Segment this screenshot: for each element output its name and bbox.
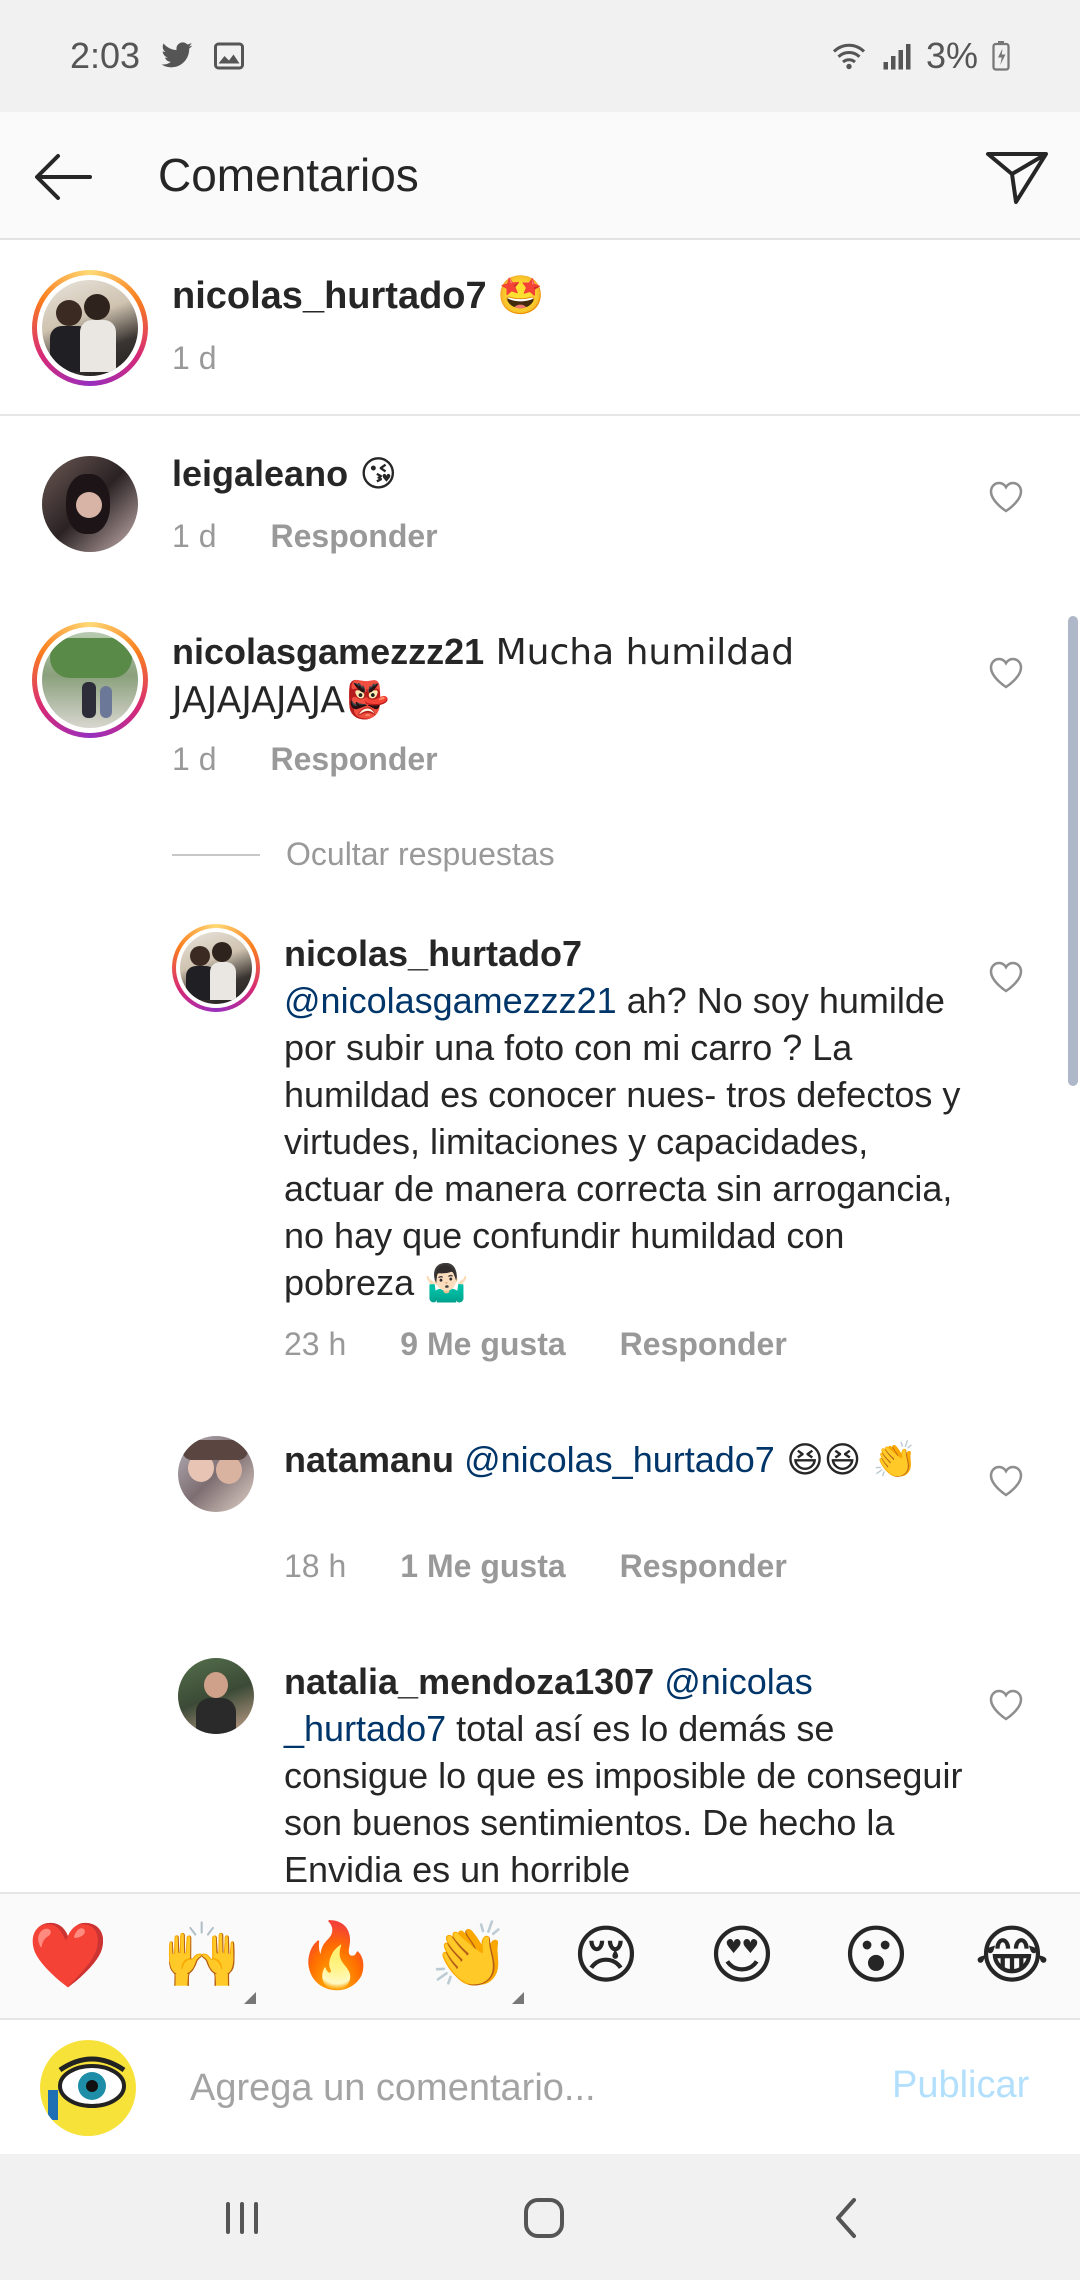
system-nav-bar: [0, 2154, 1080, 2280]
like-heart-icon[interactable]: [988, 1464, 1024, 1498]
post-caption: nicolas_hurtado7 🤩 1 d: [0, 240, 1080, 416]
skin-tone-indicator: [512, 1992, 524, 2004]
home-icon[interactable]: [514, 2190, 574, 2246]
twitter-icon: [161, 42, 193, 68]
caption-emoji: 🤩: [497, 273, 545, 317]
reply-mention[interactable]: @nicolas_hurtado7: [464, 1439, 775, 1480]
emoji-clap: 👏: [430, 1919, 510, 1993]
emoji-raised-hands: 🙌: [162, 1919, 242, 1993]
comment-input[interactable]: [190, 2058, 850, 2118]
avatar[interactable]: [32, 270, 148, 386]
reply-text: ah? No soy humilde por subir una foto co…: [284, 980, 961, 1303]
battery-charging-icon: [992, 41, 1010, 71]
comment-composer: Publicar: [0, 2020, 1080, 2154]
comment-username[interactable]: leigaleano: [172, 453, 348, 494]
likes-count[interactable]: 1 Me gusta: [400, 1548, 565, 1585]
comment-username[interactable]: nicolasgamezzz21: [172, 631, 484, 672]
caption-username[interactable]: nicolas_hurtado7: [172, 275, 487, 317]
publish-button[interactable]: Publicar: [892, 2064, 1029, 2107]
battery-percent: 3%: [925, 35, 978, 76]
likes-count[interactable]: 9 Me gusta: [400, 1326, 565, 1363]
recent-apps-icon[interactable]: [212, 2190, 272, 2246]
emoji-sad-button[interactable]: 😢: [566, 1916, 646, 1996]
status-bar: 2:03 3%: [0, 0, 1080, 112]
comments-header: Comentarios: [0, 112, 1080, 240]
page-title: Comentarios: [158, 149, 419, 201]
image-icon: [214, 42, 245, 70]
wifi-icon: [832, 43, 866, 70]
hide-replies-label: Ocultar respuestas: [286, 836, 555, 872]
reply-button[interactable]: Responder: [620, 1326, 787, 1363]
like-heart-icon[interactable]: [988, 960, 1024, 994]
reply-button[interactable]: Responder: [270, 518, 437, 555]
avatar[interactable]: [178, 1658, 254, 1734]
eye-logo-icon: [48, 2056, 126, 2120]
emoji-laughing-button[interactable]: 😂: [972, 1916, 1052, 1996]
back-nav-icon[interactable]: [816, 2190, 876, 2246]
reply-username[interactable]: natalia_mendoza1307: [284, 1661, 654, 1702]
comment-time: 1 d: [172, 741, 217, 777]
like-heart-icon[interactable]: [988, 1688, 1024, 1722]
like-heart-icon[interactable]: [988, 480, 1024, 514]
reply-item: natalia_mendoza1307 @nicolas _hurtado7 t…: [0, 1640, 1080, 1892]
avatar[interactable]: [32, 622, 148, 738]
emoji-heart-button[interactable]: ❤️: [28, 1916, 108, 1996]
scrollbar[interactable]: [1068, 616, 1078, 1086]
comment-text: 😘: [348, 454, 398, 495]
emoji-surprised-button[interactable]: 😮: [836, 1916, 916, 1996]
send-direct-icon[interactable]: [980, 140, 1052, 212]
avatar[interactable]: [178, 1436, 254, 1512]
emoji-quick-bar: ❤️ 🙌 🔥 👏 😢 😍 😮 😂: [0, 1892, 1080, 2020]
reply-button[interactable]: Responder: [270, 741, 437, 778]
back-arrow-icon[interactable]: [28, 142, 98, 212]
comment-time: 1 d: [172, 518, 217, 554]
skin-tone-indicator: [244, 1992, 256, 2004]
reply-text: 😆😆 👏: [774, 1440, 918, 1481]
avatar[interactable]: [172, 924, 260, 1012]
caption-time: 1 d: [172, 340, 217, 376]
avatar[interactable]: [42, 456, 138, 552]
reply-time: 23 h: [284, 1326, 347, 1362]
reply-time: 18 h: [284, 1548, 347, 1584]
reply-username[interactable]: nicolas_hurtado7: [284, 930, 974, 977]
avatar[interactable]: [40, 2040, 136, 2136]
like-heart-icon[interactable]: [988, 656, 1024, 690]
emoji-heart-eyes-button[interactable]: 😍: [702, 1916, 782, 1996]
hide-replies-toggle[interactable]: Ocultar respuestas: [172, 836, 555, 873]
emoji-fire-button[interactable]: 🔥: [296, 1916, 376, 1996]
replies-divider: [172, 853, 260, 856]
status-time: 2:03: [70, 35, 141, 76]
reply-username[interactable]: natamanu: [284, 1439, 454, 1480]
reply-button[interactable]: Responder: [620, 1548, 787, 1585]
emoji-clap-button[interactable]: 👏: [430, 1916, 524, 2004]
emoji-raised-hands-button[interactable]: 🙌: [162, 1916, 256, 2004]
signal-icon: [883, 44, 911, 70]
reply-mention[interactable]: @nicolasgamezzz21: [284, 980, 617, 1021]
